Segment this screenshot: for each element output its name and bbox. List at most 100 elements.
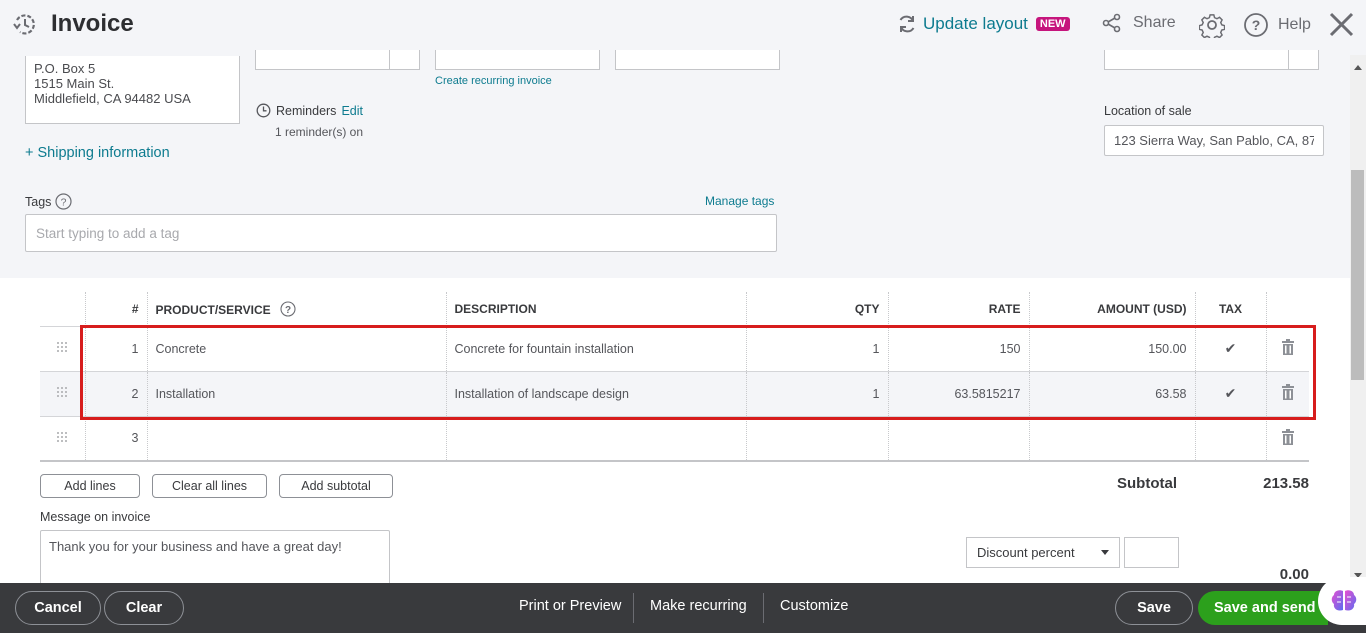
scroll-up-arrow-icon[interactable] [1354,65,1362,70]
trash-icon[interactable] [1265,415,1309,462]
line-items-table: # PRODUCT/SERVICE ? DESCRIPTION QTY RATE… [40,292,1309,462]
cancel-button[interactable]: Cancel [15,591,101,625]
row-amount[interactable]: 150.00 [1028,325,1195,371]
col-drag [40,292,85,326]
row-number: 1 [84,325,147,371]
refresh-icon [899,15,915,33]
row-qty[interactable] [745,415,888,462]
billing-address-box[interactable]: P.O. Box 5 1515 Main St. Middlefield, CA… [25,56,240,124]
print-or-preview-link[interactable]: Print or Preview [519,598,621,614]
row-product[interactable]: Concrete [146,325,446,371]
clear-all-lines-button[interactable]: Clear all lines [152,474,267,498]
drag-handle-icon[interactable] [40,325,85,371]
row-number: 3 [84,415,147,462]
recent-transactions-icon[interactable] [12,11,38,37]
share-button[interactable]: Share [1102,13,1176,33]
message-on-invoice-input[interactable]: Thank you for your business and have a g… [40,530,390,590]
add-lines-button[interactable]: Add lines [40,474,140,498]
help-circle-icon[interactable]: ? [55,193,73,210]
reminders-edit-link[interactable]: Edit [341,104,363,118]
row-description[interactable]: Installation of landscape design [445,370,746,416]
row-rate[interactable]: 150 [887,325,1029,371]
chevron-down-icon [1101,550,1109,555]
row-amount[interactable] [1028,415,1195,462]
col-tax: TAX [1194,292,1266,326]
svg-text:?: ? [61,197,67,209]
col-qty: QTY [745,292,888,326]
drag-handle-icon[interactable] [40,415,85,462]
discount-amount: 0.00 [1279,566,1309,583]
page-title: Invoice [51,10,134,37]
col-description: DESCRIPTION [445,292,746,326]
save-and-send-button[interactable]: Save and send [1198,591,1328,625]
add-subtotal-button[interactable]: Add subtotal [279,474,393,498]
col-amount: AMOUNT (USD) [1028,292,1195,326]
row-product[interactable] [146,415,446,462]
svg-text:?: ? [285,305,291,316]
footer-bar: Cancel Clear Print or Preview Make recur… [0,583,1366,633]
message-on-invoice-label: Message on invoice [40,510,151,524]
row-tax[interactable] [1194,415,1266,462]
table-row[interactable]: 1 Concrete Concrete for fountain install… [40,325,1309,371]
ai-assistant-button[interactable] [1318,577,1366,625]
manage-tags-link[interactable]: Manage tags [705,194,774,208]
help-button[interactable]: ? Help [1243,12,1311,38]
address-line: P.O. Box 5 [34,61,96,76]
page-header: Invoice Update layout NEW Share ? Help [0,0,1366,50]
row-product[interactable]: Installation [146,370,446,416]
trash-icon[interactable] [1265,325,1309,371]
tags-input[interactable] [25,214,777,252]
shipping-information-link[interactable]: + Shipping information [25,145,170,161]
col-product-service-label: PRODUCT/SERVICE [155,302,271,317]
row-number: 2 [84,370,147,416]
clear-button[interactable]: Clear [104,591,184,625]
due-date-input[interactable] [615,48,780,70]
update-layout-button[interactable]: Update layout NEW [897,14,1070,34]
tags-label: Tags [25,194,52,209]
tax-check-icon[interactable]: ✔ [1194,325,1266,371]
drag-handle-icon[interactable] [40,370,85,416]
row-description[interactable]: Concrete for fountain installation [445,325,746,371]
terms-dropdown-toggle[interactable] [389,48,419,69]
close-icon[interactable] [1328,11,1355,38]
line-actions: Add lines Clear all lines Add subtotal [40,474,393,498]
location-dropdown-toggle[interactable] [1288,48,1318,69]
gear-icon[interactable] [1199,12,1225,38]
tax-check-icon[interactable]: ✔ [1194,370,1266,416]
subtotal-value: 213.58 [1263,475,1309,492]
vertical-scrollbar[interactable] [1350,55,1366,583]
svg-text:?: ? [1252,17,1261,33]
discount-value-input[interactable] [1124,537,1179,568]
customize-link[interactable]: Customize [780,598,849,614]
help-icon: ? [1244,13,1268,37]
discount-type-value: Discount percent [977,545,1075,560]
row-qty[interactable]: 1 [745,325,888,371]
location-select[interactable] [1104,48,1319,70]
row-rate[interactable] [887,415,1029,462]
col-product-service: PRODUCT/SERVICE ? [146,292,446,326]
table-row[interactable]: 2 Installation Installation of landscape… [40,370,1309,416]
table-row[interactable]: 3 [40,415,1309,462]
invoice-date-input[interactable] [435,48,600,70]
col-delete [1265,292,1309,326]
location-of-sale-input[interactable] [1104,125,1324,156]
row-rate[interactable]: 63.5815217 [887,370,1029,416]
row-description[interactable] [445,415,746,462]
trash-icon[interactable] [1265,370,1309,416]
reminders-status: 1 reminder(s) on [275,125,364,139]
row-amount[interactable]: 63.58 [1028,370,1195,416]
scrollbar-thumb[interactable] [1351,170,1364,380]
reminders-title: Reminders [276,103,337,118]
row-qty[interactable]: 1 [745,370,888,416]
address-line: Middlefield, CA 94482 USA [34,91,191,106]
make-recurring-link[interactable]: Make recurring [650,598,747,614]
save-button[interactable]: Save [1115,591,1193,625]
tags-label-group: Tags ? [25,193,73,210]
new-badge: NEW [1035,17,1070,31]
help-circle-icon[interactable]: ? [280,301,296,317]
terms-select[interactable] [255,48,420,70]
location-of-sale-label: Location of sale [1104,104,1192,118]
discount-type-select[interactable]: Discount percent [966,537,1120,568]
subtotal-label: Subtotal [1117,475,1177,492]
create-recurring-invoice-link[interactable]: Create recurring invoice [435,75,552,87]
